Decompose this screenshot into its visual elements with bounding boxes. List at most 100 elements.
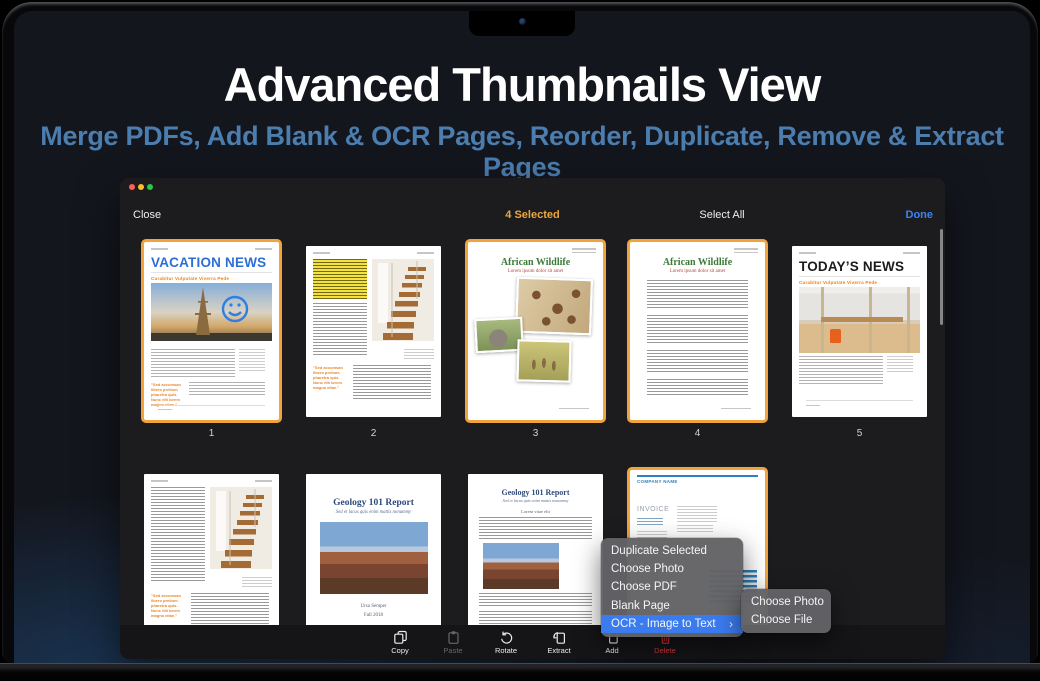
date: Fall 2018 [313, 613, 434, 618]
close-window-button[interactable] [129, 184, 135, 190]
highlighted-paragraph [313, 259, 367, 299]
thumb-title: African Wildlife [637, 257, 758, 268]
company-name: COMPANY NAME [637, 479, 758, 484]
masthead-lines [313, 252, 434, 254]
thumbnail-cell-7: Geology 101 Report Sed et lacus quis eni… [303, 467, 444, 651]
rotate-icon [499, 630, 514, 645]
page-number: 2 [303, 428, 444, 439]
select-all-button[interactable]: Select All [680, 209, 764, 221]
page-subtitle: Merge PDFs, Add Blank & OCR Pages, Reord… [14, 121, 1030, 183]
page-number: 5 [789, 428, 930, 439]
thumbnail-cell-2: "Sed accumsan libero pretium pharetra qu… [303, 239, 444, 423]
caption-text [242, 577, 272, 589]
camera-dot [519, 18, 526, 25]
canyon-photo [320, 522, 428, 594]
submenu-arrow-icon: › [729, 615, 733, 633]
submenu-item-choose-photo[interactable]: Choose Photo [741, 593, 831, 611]
copy-icon [393, 630, 408, 645]
header-line [572, 248, 596, 250]
menu-item-choose-photo[interactable]: Choose Photo [601, 560, 743, 578]
thumb-title: TODAY’S NEWS [799, 259, 920, 277]
pull-quote: "Sed accumsan libero pretium pharetra qu… [151, 382, 185, 407]
window-toolbar: Close 4 Selected Select All Done [120, 206, 945, 226]
thumbnail-page-2[interactable]: "Sed accumsan libero pretium pharetra qu… [306, 246, 441, 417]
column-text [313, 303, 367, 355]
copy-button[interactable]: Copy [380, 630, 420, 655]
footer-rule [158, 405, 265, 406]
thumbnail-cell-4: African Wildlife Lorem ipsum dolor sit a… [627, 239, 768, 423]
giraffe-photo [515, 277, 593, 336]
footer-line [721, 408, 751, 410]
thumbnail-cell-5: TODAY’S NEWS Curabitur Vulputate Viverra… [789, 239, 930, 423]
extract-button[interactable]: Extract [539, 630, 579, 655]
billto-lines [677, 506, 717, 522]
masthead-lines [151, 480, 272, 482]
thumb-subhead: Curabitur Vulputate Viverra Pede [799, 280, 920, 285]
header-line [734, 252, 758, 254]
paragraph [647, 350, 748, 374]
contact-lines [637, 518, 663, 526]
context-submenu: Choose Photo Choose File [741, 589, 831, 633]
canyon-photo [483, 543, 559, 589]
thumbnail-page-7[interactable]: Geology 101 Report Sed et lacus quis eni… [306, 474, 441, 645]
thumbnail-page-4[interactable]: African Wildlife Lorem ipsum dolor sit a… [627, 239, 768, 423]
footer-line [158, 409, 172, 411]
menu-item-duplicate-selected[interactable]: Duplicate Selected [601, 542, 743, 560]
header-line [572, 252, 596, 254]
rotate-button[interactable]: Rotate [486, 630, 526, 655]
scrollbar[interactable] [940, 229, 943, 325]
section-heading: Lorem vitae elit [479, 509, 592, 514]
body-text [353, 365, 431, 399]
thumb-subtitle: Sed et lacus quis enim mattis nonummy [479, 498, 592, 503]
page-number: 1 [141, 428, 282, 439]
selected-count-label: 4 Selected [120, 209, 945, 221]
menu-item-ocr-image-to-text[interactable]: OCR - Image to Text › [601, 615, 743, 633]
laptop-base [0, 663, 1040, 681]
header-rule [637, 475, 758, 477]
paragraph [479, 517, 592, 539]
laptop-lid: Advanced Thumbnails View Merge PDFs, Add… [2, 2, 1038, 663]
thumb-title: Geology 101 Report [479, 488, 592, 497]
zoom-window-button[interactable] [147, 184, 153, 190]
invoice-label: INVOICE [637, 506, 671, 513]
thumb-subtitle: Lorem ipsum dolor sit amet [475, 269, 596, 274]
thumb-subhead: Curabitur Vulputate Viverra Pede [151, 276, 272, 281]
menu-item-blank-page[interactable]: Blank Page [601, 597, 743, 615]
thumb-title: Geology 101 Report [313, 498, 434, 508]
body-text [189, 382, 265, 396]
paragraph [647, 315, 748, 345]
context-menu: Duplicate Selected Choose Photo Choose P… [601, 538, 743, 637]
thumbnail-page-6[interactable]: "Sed accumsan libero pretium pharetra qu… [144, 474, 279, 645]
paragraph [647, 280, 748, 310]
macbook-mockup: Advanced Thumbnails View Merge PDFs, Add… [0, 0, 1040, 681]
thumbnails-window: Close 4 Selected Select All Done VACATIO… [120, 178, 945, 659]
thumb-subtitle: Sed et lacus quis enim mattis nonummy [313, 510, 434, 515]
submenu-item-choose-file[interactable]: Choose File [741, 611, 831, 629]
footer-rule [806, 400, 913, 401]
minimize-window-button[interactable] [138, 184, 144, 190]
thumbnail-page-5[interactable]: TODAY’S NEWS Curabitur Vulputate Viverra… [792, 246, 927, 417]
thumb-subtitle: Lorem ipsum dolor sit amet [637, 269, 758, 274]
kitchen-photo [799, 287, 920, 353]
thumbnail-cell-1: VACATION NEWS Curabitur Vulputate Viverr… [141, 239, 282, 423]
masthead-lines [799, 252, 920, 254]
footer-line [806, 405, 820, 407]
screen: Advanced Thumbnails View Merge PDFs, Add… [14, 11, 1030, 665]
page-title: Advanced Thumbnails View [14, 57, 1030, 112]
thumbnail-page-3[interactable]: African Wildlife Lorem ipsum dolor sit a… [465, 239, 606, 423]
paste-button: Paste [433, 630, 473, 655]
billto-lines [677, 525, 713, 533]
masthead-lines [151, 248, 272, 250]
meerkats-photo [516, 339, 571, 382]
page-number: 3 [465, 428, 606, 439]
thumbnail-page-1[interactable]: VACATION NEWS Curabitur Vulputate Viverr… [141, 239, 282, 423]
page-number: 4 [627, 428, 768, 439]
paragraph [647, 379, 748, 397]
menu-item-choose-pdf[interactable]: Choose PDF [601, 578, 743, 596]
thumbnail-page-8[interactable]: Geology 101 Report Sed et lacus quis eni… [468, 474, 603, 645]
eiffel-tower-photo [151, 283, 272, 341]
done-button[interactable]: Done [906, 209, 934, 221]
header-line [734, 248, 758, 250]
camera-notch [469, 11, 575, 36]
paragraph [479, 593, 592, 607]
